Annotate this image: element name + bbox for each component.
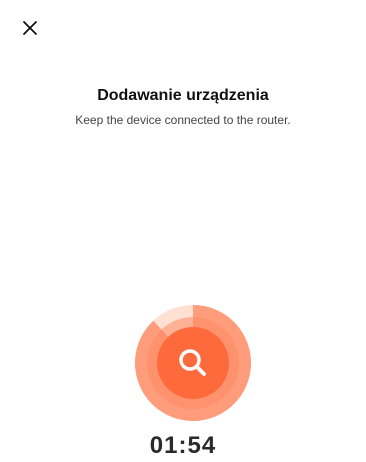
close-button[interactable]: [18, 18, 42, 42]
scan-progress-indicator: [135, 305, 251, 421]
page-header: Dodawanie urządzenia Keep the device con…: [0, 86, 366, 128]
page-subtitle: Keep the device connected to the router.: [75, 113, 291, 127]
page-title: Dodawanie urządzenia: [97, 87, 269, 104]
scan-center: [157, 327, 229, 399]
countdown-timer: 01:54: [149, 432, 217, 459]
close-icon: [22, 20, 38, 41]
